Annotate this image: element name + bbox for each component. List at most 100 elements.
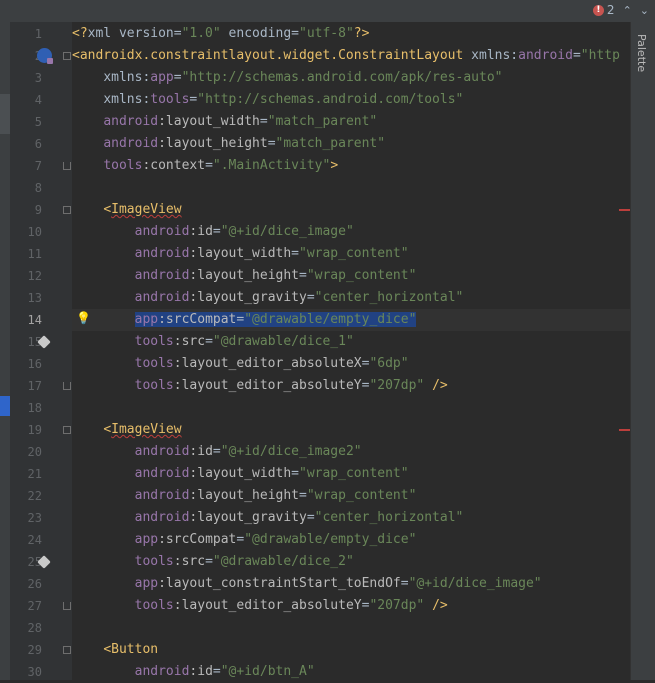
code-line[interactable] <box>72 177 630 199</box>
code-line[interactable]: tools:context=".MainActivity"> <box>72 155 630 177</box>
fold-toggle-icon[interactable] <box>63 426 71 434</box>
line-number[interactable]: 20 <box>20 441 42 463</box>
code-line[interactable]: <?xml version="1.0" encoding="utf-8"?> <box>72 23 630 45</box>
line-number[interactable]: 16 <box>20 353 42 375</box>
code-token: "utf-8" <box>299 26 354 41</box>
code-content: <ImageView <box>103 422 181 437</box>
code-token: :src <box>173 554 206 569</box>
line-number[interactable]: 24 <box>20 529 42 551</box>
code-line[interactable]: android:layout_width="match_parent" <box>72 111 630 133</box>
fold-toggle-icon[interactable] <box>63 646 71 654</box>
line-number[interactable]: 26 <box>20 573 42 595</box>
code-token: <Button <box>103 642 159 657</box>
code-line[interactable]: <ImageView <box>72 419 630 441</box>
fold-toggle-icon[interactable] <box>63 52 71 60</box>
line-number[interactable]: 9 <box>20 199 42 221</box>
code-line[interactable]: android:layout_height="wrap_content" <box>72 265 630 287</box>
code-content: tools:layout_editor_absoluteY="207dp" /> <box>135 378 448 393</box>
line-number[interactable]: 18 <box>20 397 42 419</box>
line-number[interactable]: 23 <box>20 507 42 529</box>
line-number[interactable]: 22 <box>20 485 42 507</box>
code-line[interactable] <box>72 397 630 419</box>
line-number[interactable]: 1 <box>20 23 42 45</box>
line-number[interactable]: 28 <box>20 617 42 639</box>
code-line[interactable]: android:layout_width="wrap_content" <box>72 463 630 485</box>
code-editor[interactable]: <?xml version="1.0" encoding="utf-8"?> <a… <box>72 22 630 680</box>
code-token: android <box>134 466 190 481</box>
line-number[interactable]: 7 <box>20 155 42 177</box>
code-token: tools <box>134 356 174 371</box>
code-line[interactable]: android:layout_width="wrap_content" <box>72 243 630 265</box>
fold-toggle-icon[interactable] <box>63 602 71 610</box>
line-number[interactable]: 13 <box>20 287 42 309</box>
line-number[interactable]: 27 <box>20 595 42 617</box>
line-number[interactable]: 11 <box>20 243 42 265</box>
code-token: "match_parent" <box>267 114 378 129</box>
fold-toggle-icon[interactable] <box>63 162 71 170</box>
code-line[interactable]: <androidx.constraintlayout.widget.Constr… <box>72 45 630 67</box>
lightbulb-icon[interactable]: 💡 <box>76 311 91 325</box>
code-token: app <box>134 576 159 591</box>
code-token: android <box>134 510 190 525</box>
line-number[interactable]: 5 <box>20 111 42 133</box>
next-error-chevron-icon[interactable]: ⌄ <box>640 4 649 17</box>
previous-error-chevron-icon[interactable]: ⌃ <box>623 4 632 17</box>
code-line[interactable]: android:layout_gravity="center_horizonta… <box>72 287 630 309</box>
line-number[interactable]: 29 <box>20 639 42 661</box>
constraint-layout-icon[interactable] <box>37 48 53 64</box>
line-number[interactable]: 8 <box>20 177 42 199</box>
code-content: android:layout_height="match_parent" <box>103 136 385 151</box>
code-line[interactable]: tools:layout_editor_absoluteY="207dp" /> <box>72 595 630 617</box>
code-token: <androidx.constraintlayout.widget.Constr… <box>72 48 464 63</box>
line-number[interactable]: 17 <box>20 375 42 397</box>
code-content: android:layout_width="wrap_content" <box>135 466 409 481</box>
line-number[interactable]: 21 <box>20 463 42 485</box>
line-number[interactable]: 4 <box>20 89 42 111</box>
code-token: tools <box>134 378 174 393</box>
line-number[interactable]: 10 <box>20 221 42 243</box>
code-line[interactable]: android:layout_height="wrap_content" <box>72 485 630 507</box>
error-stripe-mark[interactable] <box>619 209 630 211</box>
code-line[interactable]: android:id="@+id/btn_A" <box>72 661 630 680</box>
code-line[interactable]: tools:src="@drawable/dice_2" <box>72 551 630 573</box>
code-token: xml version= <box>87 26 182 41</box>
code-token: android <box>134 268 190 283</box>
code-line[interactable]: android:id="@+id/dice_image" <box>72 221 630 243</box>
line-number[interactable]: 12 <box>20 265 42 287</box>
fold-toggle-icon[interactable] <box>63 206 71 214</box>
line-number[interactable]: 14 <box>20 309 42 331</box>
code-line[interactable]: app:layout_constraintStart_toEndOf="@+id… <box>72 573 630 595</box>
code-token: xmlns: <box>103 92 151 107</box>
line-number[interactable]: 6 <box>20 133 42 155</box>
code-line[interactable]: tools:src="@drawable/dice_1" <box>72 331 630 353</box>
code-token: = <box>291 246 299 261</box>
code-line[interactable]: android:id="@+id/dice_image2" <box>72 441 630 463</box>
code-line[interactable]: xmlns:tools="http://schemas.android.com/… <box>72 89 630 111</box>
code-line[interactable]: tools:layout_editor_absoluteY="207dp" /> <box>72 375 630 397</box>
code-line[interactable]: android:layout_height="match_parent" <box>72 133 630 155</box>
code-line[interactable]: app:srcCompat="@drawable/empty_dice" <box>72 529 630 551</box>
error-indicator[interactable]: ! 2 ⌃ ⌄ <box>592 3 649 17</box>
code-line[interactable]: android:layout_gravity="center_horizonta… <box>72 507 630 529</box>
code-content: tools:src="@drawable/dice_2" <box>135 554 354 569</box>
code-content: tools:layout_editor_absoluteX="6dp" <box>135 356 409 371</box>
code-line[interactable] <box>72 617 630 639</box>
code-line[interactable]: app:srcCompat="@drawable/empty_dice" <box>72 309 630 331</box>
code-line[interactable]: <ImageView <box>72 199 630 221</box>
code-line[interactable]: xmlns:app="http://schemas.android.com/ap… <box>72 67 630 89</box>
code-token: "wrap_content" <box>299 466 409 481</box>
line-number[interactable]: 3 <box>20 67 42 89</box>
fold-toggle-icon[interactable] <box>63 382 71 390</box>
error-stripe-mark[interactable] <box>619 429 630 431</box>
palette-panel-toggle[interactable]: Palette <box>630 22 655 680</box>
code-token: "match_parent" <box>275 136 386 151</box>
line-number[interactable]: 19 <box>20 419 42 441</box>
code-line[interactable]: <Button <box>72 639 630 661</box>
code-line[interactable]: tools:layout_editor_absoluteX="6dp" <box>72 353 630 375</box>
